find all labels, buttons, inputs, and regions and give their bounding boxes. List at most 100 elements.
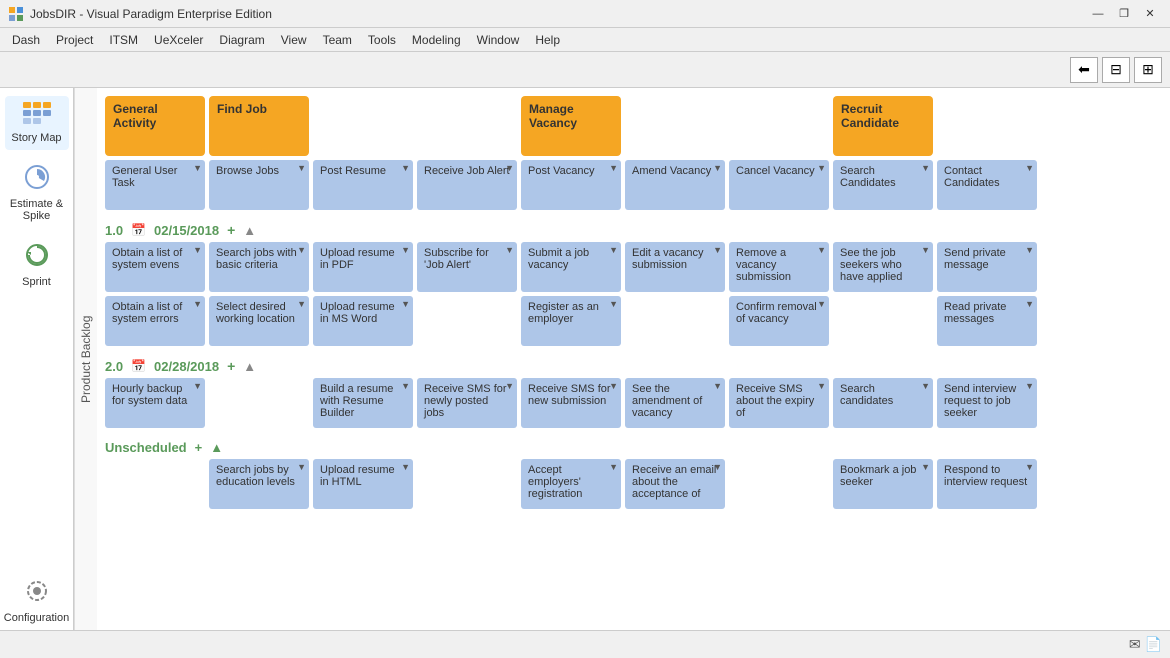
statusbar-mail-icon[interactable]: ✉	[1129, 636, 1141, 653]
window-controls: — ❐ ✕	[1086, 5, 1162, 23]
user-task-amend-vacancy[interactable]: Amend Vacancy▼	[625, 160, 725, 210]
epic-empty-1	[313, 96, 413, 156]
app-icon	[8, 6, 24, 22]
task-search-candidates[interactable]: Search candidates▼	[833, 378, 933, 428]
minimize-button[interactable]: —	[1086, 5, 1110, 23]
task-bookmark-job-seeker[interactable]: Bookmark a job seeker▼	[833, 459, 933, 509]
restore-button[interactable]: ❐	[1112, 5, 1136, 23]
sidebar-label-config: Configuration	[4, 612, 69, 624]
task-subscribe-job-alert[interactable]: Subscribe for 'Job Alert'▼	[417, 242, 517, 292]
menu-uexceler[interactable]: UeXceler	[146, 28, 211, 51]
unscheduled-add-button[interactable]: +	[195, 440, 203, 455]
menu-tools[interactable]: Tools	[360, 28, 404, 51]
task-receive-email-acceptance[interactable]: Receive an email about the acceptance of…	[625, 459, 725, 509]
task-send-private-message[interactable]: Send private message▼	[937, 242, 1037, 292]
sprint-2-calendar-icon: 📅	[131, 359, 146, 373]
menu-dash[interactable]: Dash	[4, 28, 48, 51]
menu-window[interactable]: Window	[469, 28, 528, 51]
task-read-private-messages[interactable]: Read private messages▼	[937, 296, 1037, 346]
task-hourly-backup[interactable]: Hourly backup for system data▼	[105, 378, 205, 428]
sidebar-item-estimate[interactable]: Estimate & Spike	[5, 158, 69, 228]
user-task-search-candidates[interactable]: Search Candidates▼	[833, 160, 933, 210]
user-task-browse-jobs[interactable]: Browse Jobs▼	[209, 160, 309, 210]
epic-manage-vacancy[interactable]: Manage Vacancy	[521, 96, 621, 156]
epic-find-job[interactable]: Find Job	[209, 96, 309, 156]
epic-general-activity[interactable]: General Activity	[105, 96, 205, 156]
task-receive-sms-expiry[interactable]: Receive SMS about the expiry of▼	[729, 378, 829, 428]
menu-diagram[interactable]: Diagram	[211, 28, 272, 51]
titlebar: JobsDIR - Visual Paradigm Enterprise Edi…	[0, 0, 1170, 28]
task-upload-resume-msword[interactable]: Upload resume in MS Word▼	[313, 296, 413, 346]
task-build-resume[interactable]: Build a resume with Resume Builder▼	[313, 378, 413, 428]
sidebar-label-sprint: Sprint	[22, 276, 51, 288]
sprint-1-add-button[interactable]: +	[227, 222, 235, 238]
statusbar-doc-icon[interactable]: 📄	[1145, 636, 1162, 653]
unscheduled-header: Unscheduled + ▲	[105, 432, 1162, 459]
sidebar-item-sprint[interactable]: Sprint	[5, 236, 69, 294]
unscheduled-collapse-button[interactable]: ▲	[210, 440, 223, 455]
user-task-cancel-vacancy[interactable]: Cancel Vacancy▼	[729, 160, 829, 210]
epic-recruit-candidate[interactable]: Recruit Candidate	[833, 96, 933, 156]
task-accept-employers[interactable]: Accept employers' registration▼	[521, 459, 621, 509]
task-send-interview-request[interactable]: Send interview request to job seeker▼	[937, 378, 1037, 428]
sprint-icon	[24, 242, 50, 274]
sidebar-label-estimate: Estimate & Spike	[9, 198, 65, 222]
toolbar-layout-button[interactable]: ⊞	[1134, 57, 1162, 83]
task-see-job-seekers[interactable]: See the job seekers who have applied▼	[833, 242, 933, 292]
task-obtain-system-errors[interactable]: Obtain a list of system errors▼	[105, 296, 205, 346]
menu-project[interactable]: Project	[48, 28, 101, 51]
task-empty-4	[209, 378, 309, 428]
task-submit-job-vacancy[interactable]: Submit a job vacancy▼	[521, 242, 621, 292]
task-obtain-system-evens[interactable]: Obtain a list of system evens▼	[105, 242, 205, 292]
unscheduled-label: Unscheduled	[105, 440, 187, 455]
task-respond-interview[interactable]: Respond to interview request▼	[937, 459, 1037, 509]
task-search-by-education[interactable]: Search jobs by education levels▼	[209, 459, 309, 509]
user-task-post-vacancy[interactable]: Post Vacancy▼	[521, 160, 621, 210]
sprint-2-collapse-button[interactable]: ▲	[243, 359, 256, 374]
task-upload-resume-pdf[interactable]: Upload resume in PDF▼	[313, 242, 413, 292]
sprint-1-collapse-button[interactable]: ▲	[243, 223, 256, 238]
unscheduled-empty-3	[729, 459, 829, 509]
sprint-2-id: 2.0	[105, 359, 123, 374]
sprint-2-add-button[interactable]: +	[227, 358, 235, 374]
task-upload-resume-html[interactable]: Upload resume in HTML▼	[313, 459, 413, 509]
task-receive-sms-submission[interactable]: Receive SMS for new submission▼	[521, 378, 621, 428]
user-task-receive-job-alert[interactable]: Receive Job Alert▼	[417, 160, 517, 210]
task-search-basic-criteria[interactable]: Search jobs with basic criteria▼	[209, 242, 309, 292]
content-area: Product Backlog General Activity Find Jo…	[74, 88, 1170, 630]
toolbar-tile-button[interactable]: ⊟	[1102, 57, 1130, 83]
menu-itsm[interactable]: ITSM	[101, 28, 146, 51]
epic-row: General Activity Find Job Manage Vacancy…	[105, 96, 1162, 156]
sprint-1-header: 1.0 📅 02/15/2018 + ▲	[105, 214, 1162, 242]
main-layout: Story Map Estimate & Spike Sprint	[0, 88, 1170, 630]
window-title: JobsDIR - Visual Paradigm Enterprise Edi…	[30, 7, 1086, 21]
kanban-board[interactable]: General Activity Find Job Manage Vacancy…	[97, 88, 1170, 630]
task-edit-vacancy-submission[interactable]: Edit a vacancy submission▼	[625, 242, 725, 292]
user-task-post-resume[interactable]: Post Resume▼	[313, 160, 413, 210]
task-confirm-removal[interactable]: Confirm removal of vacancy▼	[729, 296, 829, 346]
task-empty-3	[833, 296, 933, 346]
menu-team[interactable]: Team	[315, 28, 360, 51]
epic-empty-2	[417, 96, 517, 156]
sidebar-item-configuration[interactable]: Configuration	[5, 572, 69, 630]
user-task-row: General User Task▼ Browse Jobs▼ Post Res…	[105, 160, 1162, 210]
story-map-icon	[23, 102, 51, 130]
menu-view[interactable]: View	[273, 28, 315, 51]
task-register-employer[interactable]: Register as an employer▼	[521, 296, 621, 346]
user-task-contact-candidates[interactable]: Contact Candidates▼	[937, 160, 1037, 210]
toolbar-back-button[interactable]: ⬅	[1070, 57, 1098, 83]
menu-help[interactable]: Help	[527, 28, 568, 51]
config-icon	[24, 578, 50, 610]
task-receive-sms-jobs[interactable]: Receive SMS for newly posted jobs▼	[417, 378, 517, 428]
sprint-1-row-2: Obtain a list of system errors▼ Select d…	[105, 296, 1162, 346]
task-see-amendment[interactable]: See the amendment of vacancy▼	[625, 378, 725, 428]
epic-empty-5	[937, 96, 1037, 156]
user-task-general[interactable]: General User Task▼	[105, 160, 205, 210]
task-remove-vacancy[interactable]: Remove a vacancy submission▼	[729, 242, 829, 292]
sprint-2-header: 2.0 📅 02/28/2018 + ▲	[105, 350, 1162, 378]
menu-modeling[interactable]: Modeling	[404, 28, 469, 51]
task-select-location[interactable]: Select desired working location▼	[209, 296, 309, 346]
close-button[interactable]: ✕	[1138, 5, 1162, 23]
epic-empty-3	[625, 96, 725, 156]
sidebar-item-story-map[interactable]: Story Map	[5, 96, 69, 150]
